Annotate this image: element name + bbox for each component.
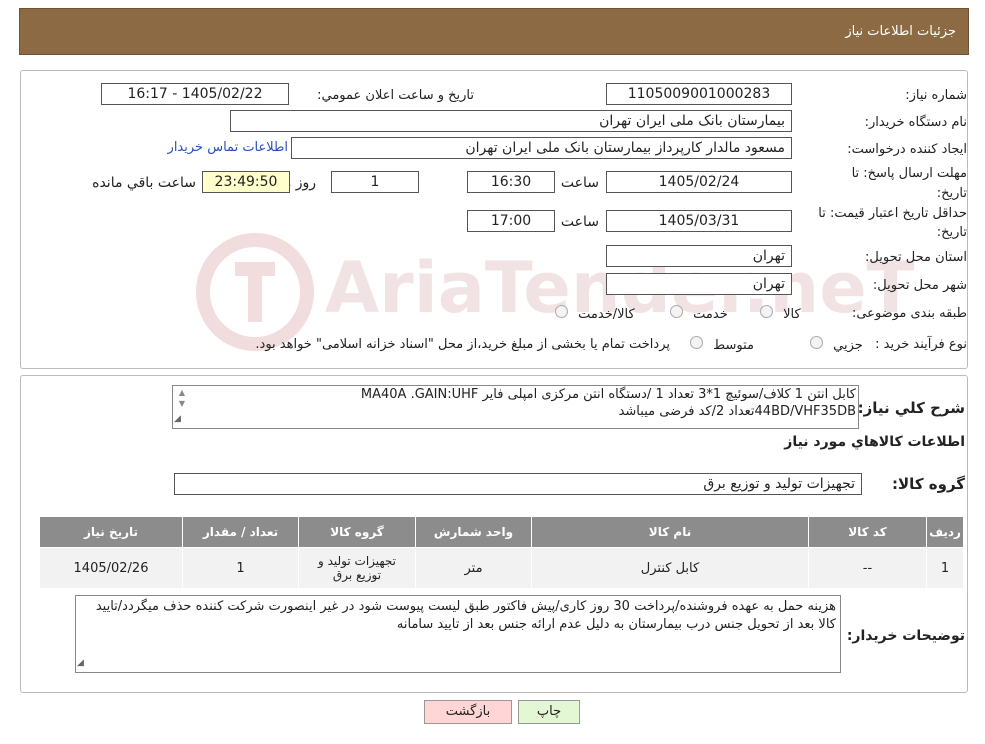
goods-group-label: گروه کالا: [892, 475, 965, 493]
cell-index: 1 [926, 547, 964, 589]
radio-icon[interactable] [555, 305, 568, 318]
category-option-label: کالا [783, 307, 801, 322]
col-index-header: ردیف [926, 516, 964, 548]
col-unit-header: واحد شمارش [415, 516, 532, 548]
category-option-service[interactable]: خدمت [670, 305, 728, 322]
items-table: ردیف کد کالا نام کالا واحد شمارش گروه کا… [39, 516, 964, 589]
col-code-header: کد کالا [808, 516, 927, 548]
validity-date-field: 1405/03/31 [606, 210, 792, 232]
announce-label: تاریخ و ساعت اعلان عمومي: [317, 88, 474, 103]
buyer-notes-textarea[interactable]: هزینه حمل به عهده فروشنده/پرداخت 30 روز … [75, 595, 841, 673]
need-number-label: شماره نیاز: [905, 88, 967, 103]
province-field: تهران [606, 245, 792, 267]
radio-icon[interactable] [670, 305, 683, 318]
print-button[interactable]: چاپ [518, 700, 580, 724]
process-note: پرداخت تمام یا بخشی از مبلغ خرید،از محل … [255, 337, 670, 352]
validity-time-label: ساعت [560, 214, 599, 230]
city-label: شهر محل تحویل: [872, 278, 967, 293]
summary-line-1: کابل انتن 1 کلاف/سوئیچ 1*3 تعداد 1 /دستگ… [360, 387, 856, 402]
buyer-notes-label: توضیحات خریدار: [846, 628, 965, 644]
cell-name: کابل کنترل [531, 547, 809, 589]
process-option-medium[interactable]: متوسط [690, 336, 754, 353]
cell-date: 1405/02/26 [39, 547, 183, 589]
buyer-contact-link[interactable]: اطلاعات تماس خریدار [168, 140, 288, 155]
radio-icon[interactable] [810, 336, 823, 349]
col-qty-header: تعداد / مقدار [182, 516, 299, 548]
deadline-time-field: 16:30 [467, 171, 555, 193]
deadline-date-field: 1405/02/24 [606, 171, 792, 193]
summary-label: شرح کلي نیاز: [857, 399, 965, 417]
city-field: تهران [606, 273, 792, 295]
deadline-time-label: ساعت [560, 175, 599, 191]
watermark-logo-icon [196, 233, 314, 351]
page-title: جزئیات اطلاعات نیاز [845, 24, 956, 39]
summary-line-2: 44BD/VHF35DBتعداد 2/کد فرضی میباشد [618, 404, 856, 419]
days-field: 1 [331, 171, 419, 193]
validity-label: حداقل تاریخ اعتبار قیمت: تا [818, 206, 967, 221]
buyer-label: نام دستگاه خریدار: [864, 115, 967, 130]
items-section-title: اطلاعات کالاهاي مورد نیاز [784, 434, 965, 450]
table-header-row: ردیف کد کالا نام کالا واحد شمارش گروه کا… [39, 516, 964, 548]
category-option-label: خدمت [693, 307, 728, 322]
scroll-arrows-icon[interactable]: ▲ ▼ [174, 387, 190, 411]
process-label: نوع فرآیند خرید : [875, 337, 967, 352]
resize-handle-icon[interactable]: ◢ [77, 654, 84, 672]
summary-textarea[interactable]: کابل انتن 1 کلاف/سوئیچ 1*3 تعداد 1 /دستگ… [172, 385, 859, 429]
goods-group-field: تجهیزات تولید و توزیع برق [174, 473, 862, 495]
creator-label: ایجاد کننده درخواست: [847, 142, 967, 157]
cell-group: تجهیزات تولید و توزیع برق [298, 547, 416, 589]
deadline-label-date: تاریخ: [936, 186, 967, 201]
announce-field: 1405/02/22 - 16:17 [101, 83, 289, 105]
resize-handle-icon[interactable]: ◢ [174, 411, 181, 428]
cell-unit: متر [415, 547, 532, 589]
table-row: 1 -- کابل کنترل متر تجهیزات تولید و توزی… [39, 547, 964, 589]
process-option-minor[interactable]: جزیي [810, 336, 863, 353]
process-option-label: متوسط [713, 338, 754, 353]
process-option-label: جزیي [833, 338, 863, 353]
radio-icon[interactable] [760, 305, 773, 318]
creator-field: مسعود مالدار کارپرداز بیمارستان بانک ملی… [291, 137, 792, 159]
validity-label-date: تاریخ: [936, 225, 967, 240]
validity-time-field: 17:00 [467, 210, 555, 232]
category-option-goods[interactable]: کالا [760, 305, 801, 322]
remaining-label: ساعت باقي مانده [92, 175, 196, 191]
col-date-header: تاریخ نیاز [39, 516, 183, 548]
buyer-field: بیمارستان بانک ملی ایران تهران [230, 110, 792, 132]
deadline-label: مهلت ارسال پاسخ: تا [851, 166, 967, 181]
category-option-goods-service[interactable]: کالا/خدمت [555, 305, 635, 322]
remaining-time-field: 23:49:50 [202, 171, 290, 193]
radio-icon[interactable] [690, 336, 703, 349]
back-button[interactable]: بازگشت [424, 700, 512, 724]
buyer-notes-text: هزینه حمل به عهده فروشنده/پرداخت 30 روز … [95, 599, 836, 632]
cell-code: -- [808, 547, 927, 589]
category-option-label: کالا/خدمت [578, 307, 635, 322]
province-label: استان محل تحویل: [865, 250, 967, 265]
col-group-header: گروه کالا [298, 516, 416, 548]
page-header: جزئیات اطلاعات نیاز [19, 8, 969, 55]
category-label: طبقه بندی موضوعی: [851, 306, 967, 321]
cell-qty: 1 [182, 547, 299, 589]
col-name-header: نام کالا [531, 516, 809, 548]
need-number-field: 1105009001000283 [606, 83, 792, 105]
